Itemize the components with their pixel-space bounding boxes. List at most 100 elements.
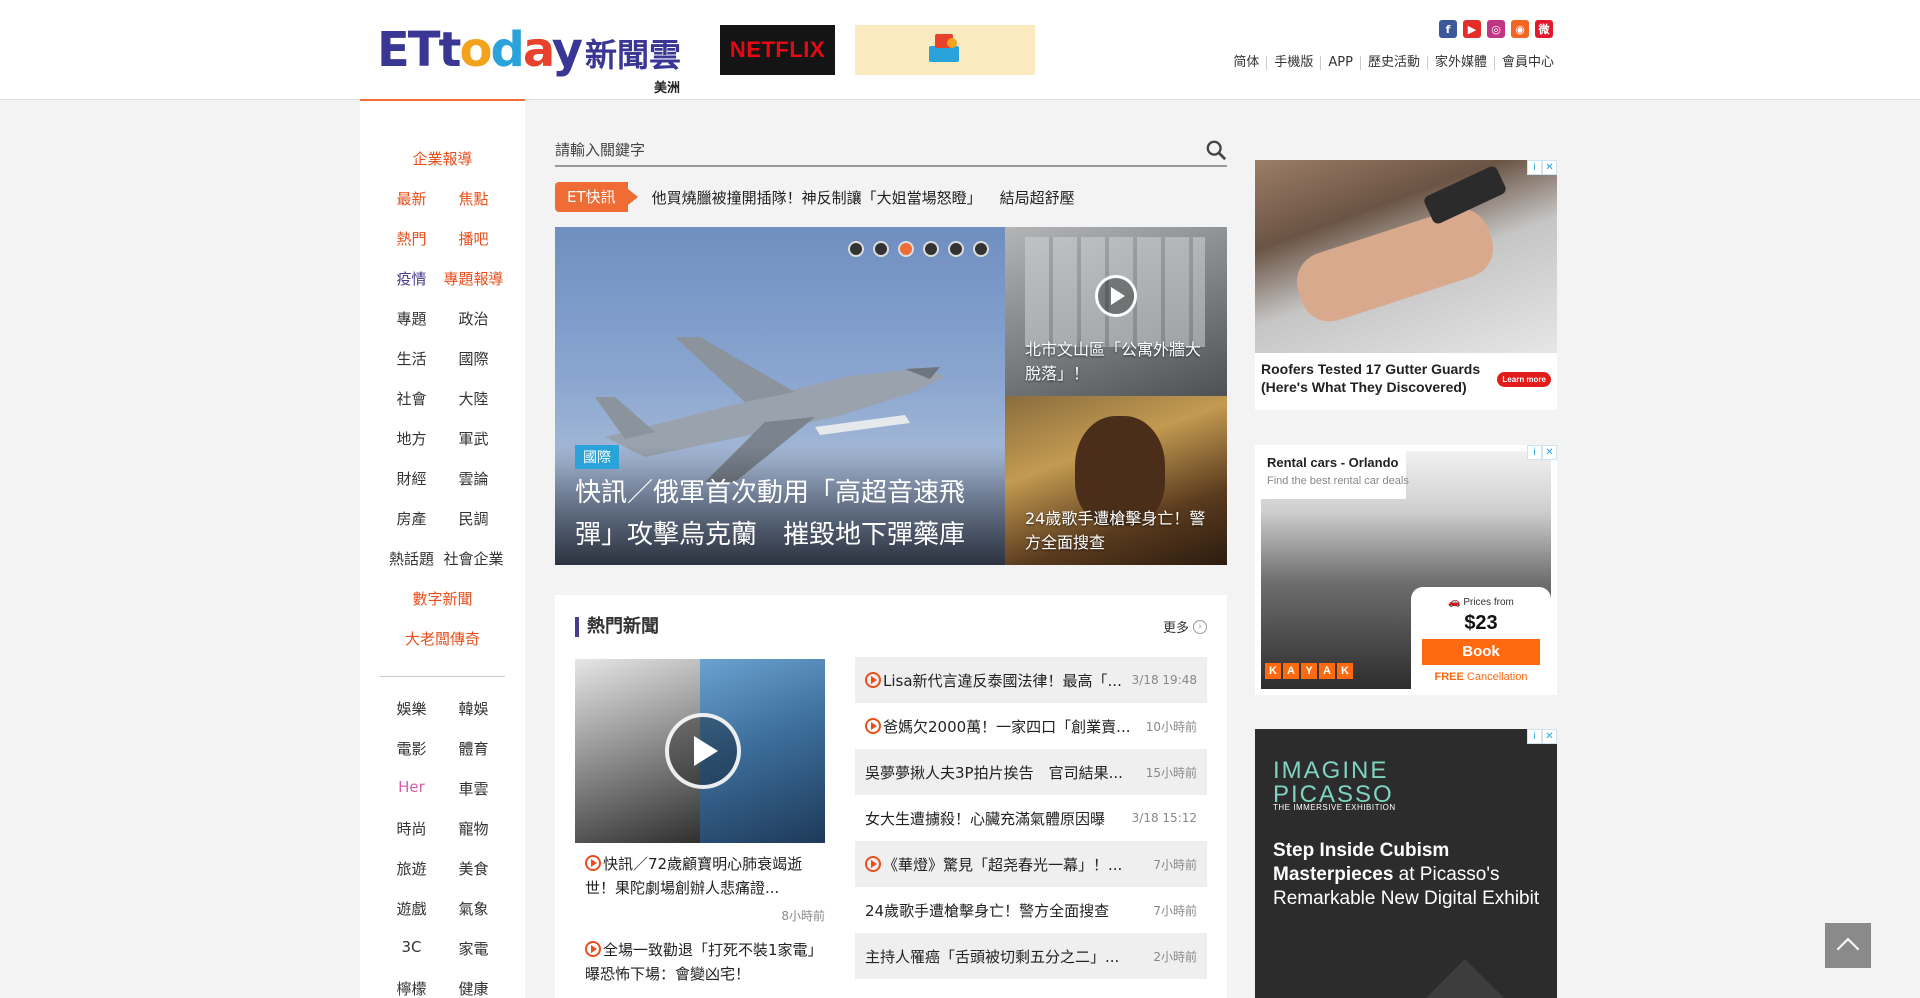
play-icon[interactable] [665,713,741,789]
more-link[interactable]: 更多 › [1163,617,1207,636]
back-to-top-button[interactable] [1825,923,1871,968]
site-logo[interactable]: ETtoday 新聞雲 [377,24,681,76]
sidebar-item[interactable]: 數字新聞 [412,588,472,609]
sidebar-item[interactable]: 體育 [443,738,505,759]
sidebar-item[interactable]: 健康 [443,978,505,998]
play-icon[interactable] [1095,275,1137,317]
close-icon[interactable]: ✕ [1542,445,1557,460]
learn-more-button[interactable]: Learn more [1497,372,1551,387]
hot-news-item[interactable]: 快訊／72歲顧寶明心肺衰竭逝世！果陀劇場創辦人悲痛證... [585,852,825,900]
topnav-outdoor-media[interactable]: 家外媒體 [1426,56,1494,70]
hot-news-thumbnail[interactable] [575,659,825,843]
hot-news-row-title[interactable]: Lisa新代言違反泰國法律！最高「... [865,670,1128,691]
sidebar-item[interactable]: 寵物 [443,818,505,839]
hot-news-row[interactable]: 《華燈》驚見「超尧春光一幕」！... 7小時前 [855,841,1207,887]
region-label[interactable]: 美洲 [654,77,680,96]
sidebar-item[interactable]: 專題報導 [443,268,505,289]
hot-news-row[interactable]: Lisa新代言違反泰國法律！最高「... 3/18 19:48 [855,657,1207,703]
weibo-icon[interactable]: 微 [1535,20,1553,38]
more-label[interactable]: 更多 [1163,617,1189,636]
sidebar-item[interactable]: 財經 [381,468,443,489]
sidebar-item[interactable]: 韓娛 [443,698,505,719]
hot-news-item-title[interactable]: 全場一致勸退「打死不裝1家電」 曝恐怖下場：會變凶宅！ [585,941,830,983]
hot-news-row-title[interactable]: 《華燈》驚見「超尧春光一幕」！... [865,854,1149,875]
carousel-dot[interactable] [948,241,964,257]
adchoices-icon[interactable]: i [1527,729,1542,744]
kayak-ad[interactable]: Rental cars - Orlando Find the best rent… [1255,445,1557,695]
sidebar-item[interactable]: 雲論 [443,468,505,489]
sidebar-item[interactable]: 生活 [381,348,443,369]
hot-news-row[interactable]: 吳夢夢揪人夫3P拍片挨告 官司結果... 15小時前 [855,749,1207,795]
sidebar-item[interactable]: 大陸 [443,388,505,409]
sidebar-item[interactable]: 社會企業 [443,548,505,569]
sidebar-item[interactable]: 熱門 [381,228,443,249]
youtube-icon[interactable]: ▶ [1463,20,1481,38]
sidebar-item[interactable]: 最新 [381,188,443,209]
sidebar-item[interactable]: 檸檬 [381,978,443,998]
sidebar-item[interactable]: 專題 [381,308,443,329]
sidebar-item[interactable]: 美食 [443,858,505,879]
hero-title[interactable]: 快訊／俄軍首次動用「高超音速飛彈」攻擊烏克蘭 摧毀地下彈藥庫 [575,472,995,556]
instagram-icon[interactable]: ◎ [1487,20,1505,38]
search-icon[interactable] [1205,139,1227,161]
hot-news-row-title[interactable]: 24歲歌手遭槍擊身亡！警方全面搜查 [865,900,1149,921]
sidebar-item[interactable]: 播吧 [443,228,505,249]
shopping-banner-ad[interactable] [855,25,1035,75]
hot-news-row-title[interactable]: 爸媽欠2000萬！一家四口「創業賣... [865,716,1142,737]
hot-news-row-text[interactable]: 主持人罹癌「舌頭被切剩五分之二」... [865,948,1119,966]
gutter-guard-ad[interactable]: Roofers Tested 17 Gutter Guards (Here's W… [1255,160,1557,410]
carousel-dot[interactable] [898,241,914,257]
hero-slide[interactable]: 國際 快訊／俄軍首次動用「高超音速飛彈」攻擊烏克蘭 摧毀地下彈藥庫 [555,227,1005,565]
hot-news-row[interactable]: 女大生遭擄殺！心臟充滿氣體原因曝 3/18 15:12 [855,795,1207,841]
hot-news-row[interactable]: 24歲歌手遭槍擊身亡！警方全面搜查 7小時前 [855,887,1207,933]
carousel-dot[interactable] [973,241,989,257]
topnav-app[interactable]: APP [1320,56,1360,70]
close-icon[interactable]: ✕ [1542,160,1557,175]
sidebar-item[interactable]: 電影 [381,738,443,759]
carousel-dot[interactable] [873,241,889,257]
search-input[interactable] [555,135,1155,165]
sidebar-item[interactable]: 地方 [381,428,443,449]
hot-news-row-text[interactable]: 吳夢夢揪人夫3P拍片挨告 官司結果... [865,764,1123,782]
topnav-history-events[interactable]: 歷史活動 [1359,56,1427,70]
side-news-title[interactable]: 24歲歌手遭槍擊身亡！警方全面搜查 [1025,507,1215,555]
topnav-mobile[interactable]: 手機版 [1266,56,1320,70]
sidebar-item[interactable]: 房產 [381,508,443,529]
adchoices-icon[interactable]: i [1527,445,1542,460]
adchoices-icon[interactable]: i [1527,160,1542,175]
sidebar-item[interactable]: 遊戲 [381,898,443,919]
facebook-icon[interactable]: f [1439,20,1457,38]
hot-news-row-text[interactable]: 女大生遭擄殺！心臟充滿氣體原因曝 [865,810,1105,828]
hot-news-row-title[interactable]: 吳夢夢揪人夫3P拍片挨告 官司結果... [865,762,1142,783]
sidebar-item[interactable]: 疫情 [381,268,443,289]
rss-icon[interactable]: ◉ [1511,20,1529,38]
hot-news-row-text[interactable]: 爸媽欠2000萬！一家四口「創業賣... [883,718,1130,736]
carousel-dot[interactable] [923,241,939,257]
side-news-title[interactable]: 北市文山區「公寓外牆大脫落」！ [1025,338,1215,386]
close-icon[interactable]: ✕ [1542,729,1557,744]
hot-news-item[interactable]: 全場一致勸退「打死不裝1家電」 曝恐怖下場：會變凶宅！ [585,938,830,986]
netflix-banner-ad[interactable]: NETFLIX [720,25,835,75]
sidebar-item[interactable]: 車雲 [443,778,505,799]
topnav-member-center[interactable]: 會員中心 [1493,56,1561,70]
hot-news-row-text[interactable]: 《華燈》驚見「超尧春光一幕」！... [883,856,1122,874]
topnav-simplified[interactable]: 简体 [1226,56,1266,70]
sidebar-item[interactable]: 娛樂 [381,698,443,719]
sidebar-item[interactable]: 民調 [443,508,505,529]
carousel-dot[interactable] [848,241,864,257]
picasso-exhibit-ad[interactable]: IMAGINE PICASSO THE IMMERSIVE EXHIBITION … [1255,729,1557,998]
sidebar-item[interactable]: 企業報導 [412,148,472,169]
ticker-item[interactable]: 他買燒臘被撞開插隊！神反制讓「大姐當場怒瞪」 [652,189,982,207]
hot-news-row-title[interactable]: 主持人罹癌「舌頭被切剩五分之二」... [865,946,1149,967]
ticker-item[interactable]: 結局超舒壓 [1000,189,1075,207]
sidebar-item[interactable]: 焦點 [443,188,505,209]
sidebar-item[interactable]: 軍武 [443,428,505,449]
sidebar-item[interactable]: 國際 [443,348,505,369]
sidebar-item[interactable]: 氣象 [443,898,505,919]
ad-copy[interactable]: Step Inside Cubism Masterpieces at Picas… [1273,839,1543,911]
ad-title[interactable]: Rental cars - Orlando [1267,455,1398,470]
sidebar-item[interactable]: 時尚 [381,818,443,839]
sidebar-item[interactable]: 大老闆傳奇 [405,628,480,649]
arrow-right-icon[interactable]: › [1193,619,1207,634]
sidebar-item[interactable]: 社會 [381,388,443,409]
